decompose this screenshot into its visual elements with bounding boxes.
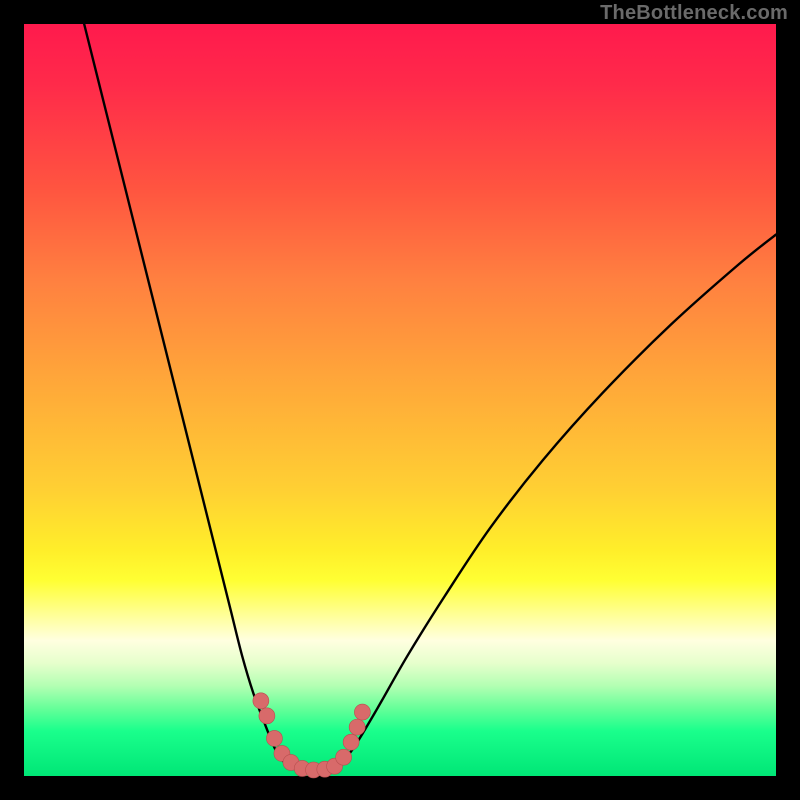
watermark-text: TheBottleneck.com bbox=[600, 2, 788, 25]
curve-right bbox=[340, 235, 776, 766]
valley-markers bbox=[253, 693, 371, 778]
valley-marker bbox=[259, 708, 275, 724]
valley-marker bbox=[253, 693, 269, 709]
valley-marker bbox=[354, 704, 370, 720]
valley-marker bbox=[343, 734, 359, 750]
curve-left bbox=[84, 24, 295, 768]
valley-marker bbox=[349, 719, 365, 735]
valley-marker bbox=[266, 730, 282, 746]
plot-svg bbox=[24, 24, 776, 776]
valley-marker bbox=[336, 749, 352, 765]
